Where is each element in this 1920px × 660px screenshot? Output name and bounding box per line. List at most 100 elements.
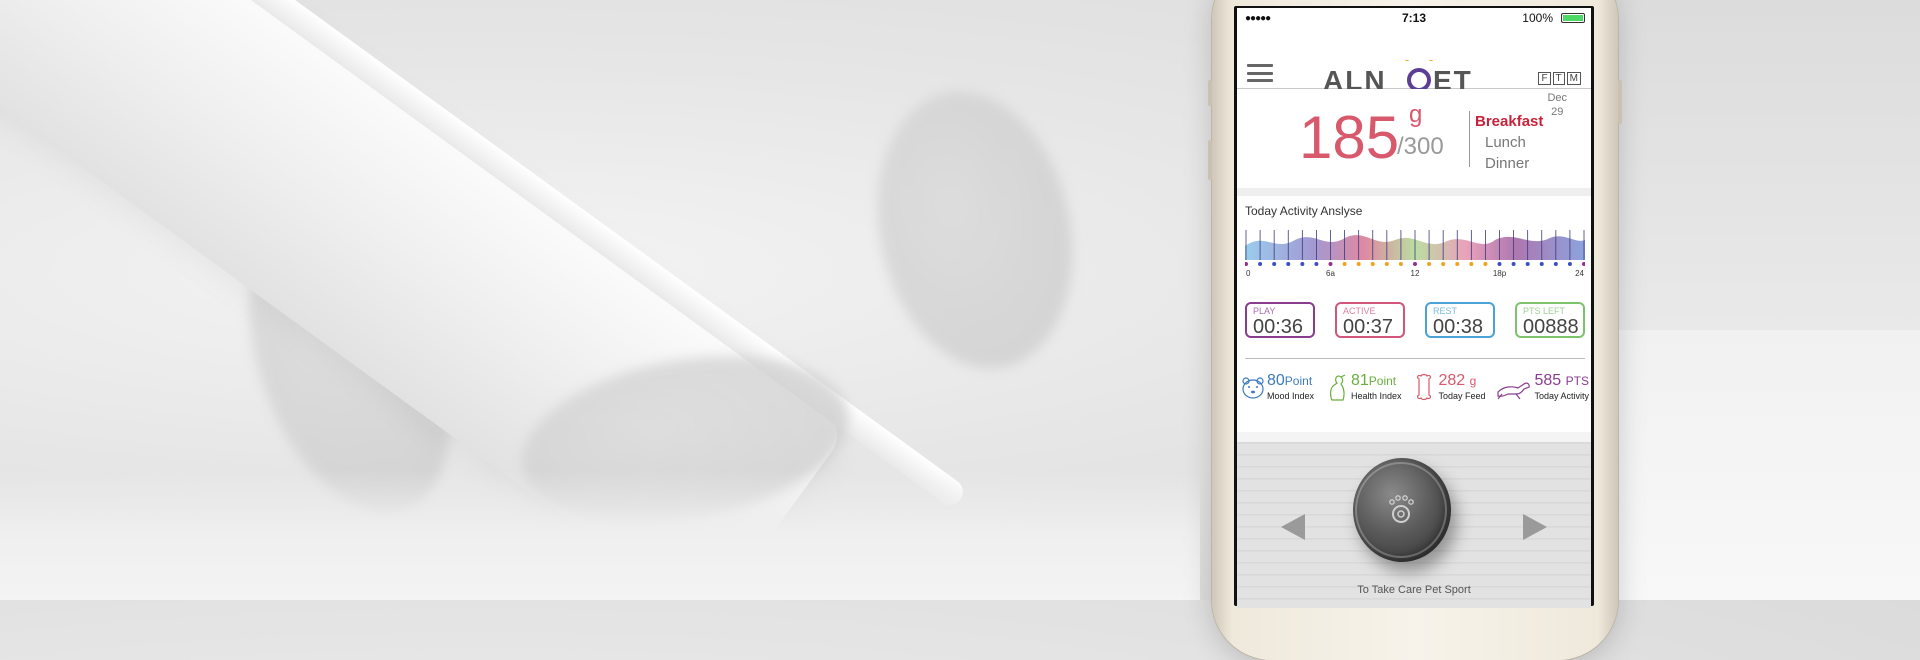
stat-pts-left-label: PTS LEFT bbox=[1523, 306, 1566, 316]
activity-dot bbox=[1469, 262, 1474, 266]
today-feed-label: Today Feed bbox=[1438, 391, 1486, 401]
activity-dot bbox=[1582, 262, 1585, 266]
date-day: 29 bbox=[1551, 106, 1564, 118]
mood-index-unit: Point bbox=[1284, 374, 1313, 388]
activity-title: Today Activity Anslyse bbox=[1245, 204, 1363, 218]
meal-divider bbox=[1469, 111, 1470, 167]
promo-caption: To Take Care Pet Sport bbox=[1357, 584, 1471, 596]
activity-dot bbox=[1314, 262, 1319, 266]
battery-level bbox=[1563, 15, 1583, 21]
activity-axis-label: 12 bbox=[1411, 269, 1420, 278]
activity-dot bbox=[1539, 262, 1544, 266]
date-month: Dec bbox=[1547, 92, 1567, 104]
health-index[interactable]: 81Point Health Index bbox=[1325, 372, 1402, 402]
today-activity-unit: PTS bbox=[1565, 374, 1589, 388]
stat-active[interactable]: ACTIVE 00:37 bbox=[1335, 302, 1405, 338]
meal-lunch[interactable]: Lunch bbox=[1475, 132, 1543, 153]
activity-timeline-chart: 0 6a 12 18p 24 bbox=[1245, 230, 1585, 278]
activity-dot bbox=[1384, 262, 1389, 266]
mood-index-value: 80 bbox=[1267, 372, 1285, 389]
index-row: 80Point Mood Index 81Point Health Index bbox=[1241, 372, 1589, 402]
activity-dot bbox=[1300, 262, 1305, 266]
date-display: Dec 29 bbox=[1547, 91, 1567, 119]
phone-volume-button bbox=[1208, 140, 1212, 180]
activity-axis-label: 0 bbox=[1246, 269, 1251, 278]
meal-dinner[interactable]: Dinner bbox=[1475, 153, 1543, 174]
activity-dot bbox=[1286, 262, 1291, 266]
ftm-switcher: F T M bbox=[1538, 72, 1581, 85]
meal-list: Breakfast Lunch Dinner bbox=[1475, 111, 1543, 174]
feed-amount: 185 bbox=[1299, 104, 1400, 171]
background-right-surface bbox=[1600, 330, 1920, 600]
activity-dot bbox=[1398, 262, 1403, 266]
stat-pts-left[interactable]: PTS LEFT 00888 bbox=[1515, 302, 1585, 338]
activity-axis-labels: 0 6a 12 18p 24 bbox=[1246, 269, 1585, 278]
stat-active-value: 00:37 bbox=[1343, 316, 1394, 338]
device-promo: To Take Care Pet Sport bbox=[1237, 432, 1591, 608]
bear-face-icon bbox=[1242, 377, 1264, 399]
stat-pts-left-value: 00888 bbox=[1523, 316, 1579, 338]
ftm-t-button[interactable]: T bbox=[1552, 72, 1565, 85]
background-cloth bbox=[0, 470, 1200, 600]
activity-axis-label: 24 bbox=[1575, 269, 1584, 278]
activity-dot bbox=[1525, 262, 1530, 266]
bone-icon bbox=[1417, 373, 1432, 401]
app-screen: ●●●●● 7:13 100% ALN ET F T M 185 g /300 … bbox=[1237, 8, 1591, 608]
stat-rest-label: REST bbox=[1433, 306, 1458, 316]
mood-index-label: Mood Index bbox=[1267, 391, 1315, 401]
activity-dot bbox=[1370, 262, 1375, 266]
health-index-value: 81 bbox=[1350, 372, 1369, 389]
activity-dot bbox=[1258, 262, 1263, 266]
battery-percentage: 100% bbox=[1522, 11, 1553, 25]
activity-dot bbox=[1483, 262, 1488, 266]
stat-play-value: 00:36 bbox=[1253, 316, 1304, 338]
hamburger-menu-icon[interactable] bbox=[1247, 64, 1273, 82]
ftm-f-button[interactable]: F bbox=[1538, 72, 1551, 85]
activity-section: Today Activity Anslyse 0 6a 12 18p 24 PL… bbox=[1237, 196, 1591, 434]
activity-dot bbox=[1553, 262, 1558, 266]
activity-dots bbox=[1245, 262, 1585, 266]
stats-row: PLAY 00:36 ACTIVE 00:37 REST 00:38 PTS L… bbox=[1245, 302, 1585, 338]
activity-dot bbox=[1511, 262, 1516, 266]
health-index-label: Health Index bbox=[1350, 391, 1402, 401]
feed-total: /300 bbox=[1397, 133, 1444, 160]
today-activity-label: Today Activity bbox=[1534, 391, 1589, 401]
activity-dot bbox=[1455, 262, 1460, 266]
dog-sitting-icon bbox=[1330, 374, 1346, 401]
pet-tracker-device[interactable] bbox=[1353, 458, 1451, 562]
previous-arrow-icon[interactable] bbox=[1281, 514, 1305, 540]
battery-icon bbox=[1561, 13, 1585, 23]
health-index-unit: Point bbox=[1368, 374, 1397, 388]
activity-axis-label: 6a bbox=[1326, 269, 1335, 278]
mood-index[interactable]: 80Point Mood Index bbox=[1241, 372, 1314, 402]
dog-running-icon bbox=[1497, 382, 1531, 400]
today-feed-unit: g bbox=[1469, 374, 1477, 388]
stat-rest[interactable]: REST 00:38 bbox=[1425, 302, 1495, 338]
meal-breakfast[interactable]: Breakfast bbox=[1475, 111, 1543, 132]
phone-power-button bbox=[1618, 80, 1622, 124]
background-thumb bbox=[852, 73, 1098, 387]
activity-dot bbox=[1427, 262, 1432, 266]
activity-dot bbox=[1567, 262, 1572, 266]
today-feed[interactable]: 282 g Today Feed bbox=[1412, 372, 1486, 402]
stat-rest-value: 00:38 bbox=[1433, 316, 1484, 338]
feed-unit: g bbox=[1409, 101, 1423, 128]
app-header: ALN ET F T M bbox=[1237, 30, 1591, 96]
activity-dot bbox=[1328, 262, 1333, 266]
today-activity[interactable]: 585 PTS Today Activity bbox=[1496, 372, 1589, 402]
activity-dot bbox=[1497, 262, 1502, 266]
ftm-m-button[interactable]: M bbox=[1566, 72, 1581, 85]
phone-mute-switch bbox=[1208, 80, 1212, 106]
section-gap bbox=[1237, 188, 1591, 196]
background-photo bbox=[0, 0, 1920, 600]
next-arrow-icon[interactable] bbox=[1523, 514, 1547, 540]
activity-dot bbox=[1413, 262, 1417, 266]
activity-dot bbox=[1272, 262, 1277, 266]
status-bar: ●●●●● 7:13 100% bbox=[1237, 8, 1591, 28]
feed-summary: 185 g /300 Breakfast Lunch Dinner Dec 29 bbox=[1237, 89, 1591, 197]
activity-dot bbox=[1245, 262, 1248, 266]
today-feed-value: 282 bbox=[1438, 372, 1466, 389]
stat-active-label: ACTIVE bbox=[1343, 306, 1376, 316]
activity-dot bbox=[1441, 262, 1446, 266]
stat-play[interactable]: PLAY 00:36 bbox=[1245, 302, 1315, 338]
